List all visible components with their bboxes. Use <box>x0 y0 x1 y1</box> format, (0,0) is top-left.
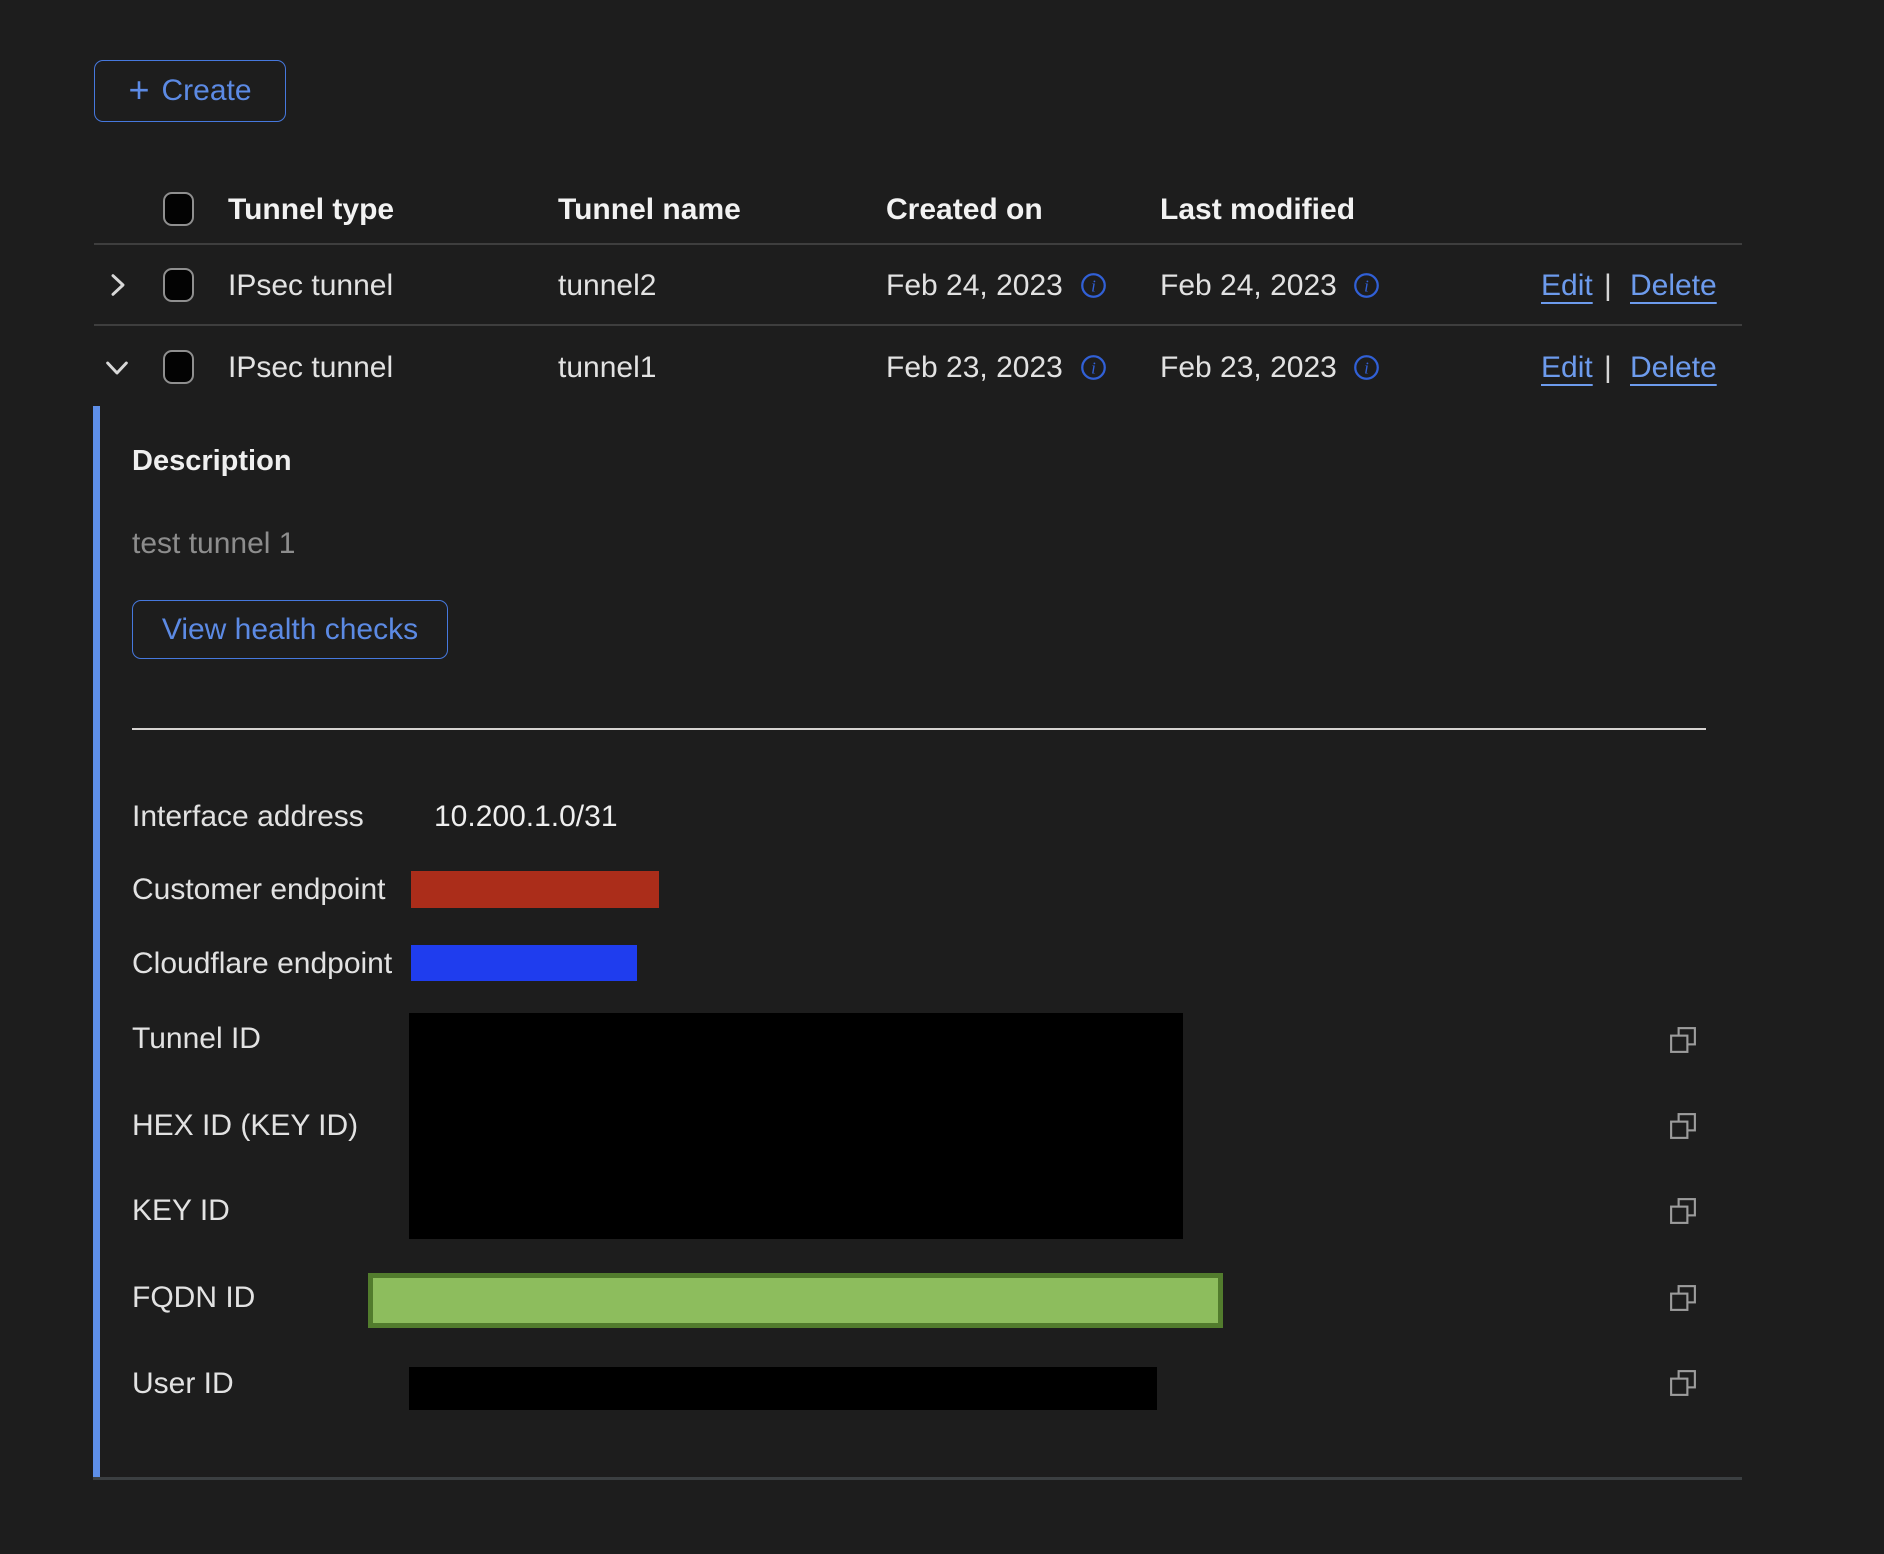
action-separator: | <box>1604 346 1612 390</box>
interface-address-value: 10.200.1.0/31 <box>434 795 618 839</box>
copy-fqdn-id-button[interactable] <box>1668 1283 1698 1313</box>
ipsec-tunnels-page: + Create Tunnel type Tunnel name Created… <box>0 0 1884 1554</box>
header-divider <box>94 243 1742 245</box>
copy-user-id-button[interactable] <box>1668 1368 1698 1398</box>
row-checkbox[interactable] <box>163 350 194 384</box>
svg-text:i: i <box>1364 277 1369 296</box>
key-id-label: KEY ID <box>132 1189 230 1233</box>
tunnel-name-cell: tunnel1 <box>558 346 656 390</box>
customer-endpoint-redacted-value <box>411 871 659 908</box>
create-button[interactable]: + Create <box>94 60 286 122</box>
tunnel-id-label: Tunnel ID <box>132 1017 261 1061</box>
row-checkbox[interactable] <box>163 268 194 302</box>
user-id-label: User ID <box>132 1362 234 1406</box>
detail-section-divider <box>132 728 1706 730</box>
info-icon[interactable]: i <box>1353 354 1380 386</box>
description-label: Description <box>132 439 292 483</box>
select-all-checkbox[interactable] <box>163 192 194 226</box>
expand-row-button[interactable] <box>101 269 133 301</box>
svg-text:i: i <box>1091 277 1096 296</box>
plus-icon: + <box>128 75 149 105</box>
svg-text:i: i <box>1364 359 1369 378</box>
column-header-last-modified: Last modified <box>1160 188 1355 232</box>
copy-icon <box>1668 1386 1698 1401</box>
edit-link[interactable]: Edit <box>1541 346 1593 390</box>
column-header-tunnel-type: Tunnel type <box>228 188 394 232</box>
delete-link[interactable]: Delete <box>1630 264 1717 308</box>
copy-icon <box>1668 1043 1698 1058</box>
copy-tunnel-id-button[interactable] <box>1668 1025 1698 1055</box>
fqdn-id-label: FQDN ID <box>132 1276 255 1320</box>
row-divider <box>94 324 1742 326</box>
copy-key-id-button[interactable] <box>1668 1196 1698 1226</box>
hex-id-label: HEX ID (KEY ID) <box>132 1104 358 1148</box>
tunnel-type-cell: IPsec tunnel <box>228 264 393 308</box>
copy-icon <box>1668 1301 1698 1316</box>
column-header-created-on: Created on <box>886 188 1043 232</box>
customer-endpoint-label: Customer endpoint <box>132 868 385 912</box>
copy-icon <box>1668 1214 1698 1229</box>
view-health-checks-button[interactable]: View health checks <box>132 600 448 659</box>
created-on-cell: Feb 23, 2023 <box>886 346 1063 390</box>
chevron-right-icon <box>101 289 133 304</box>
tunnel-ids-redacted-values <box>409 1013 1183 1239</box>
chevron-down-icon <box>101 371 133 386</box>
collapse-row-button[interactable] <box>101 351 133 383</box>
interface-address-label: Interface address <box>132 795 364 839</box>
action-separator: | <box>1604 264 1612 308</box>
last-modified-cell: Feb 23, 2023 <box>1160 346 1337 390</box>
create-button-label: Create <box>161 74 251 108</box>
info-icon[interactable]: i <box>1080 272 1107 304</box>
description-value: test tunnel 1 <box>132 522 295 566</box>
expanded-row-accent-bar <box>93 406 100 1478</box>
copy-icon <box>1668 1129 1698 1144</box>
cloudflare-endpoint-label: Cloudflare endpoint <box>132 942 392 986</box>
edit-link[interactable]: Edit <box>1541 264 1593 308</box>
panel-bottom-divider <box>93 1477 1742 1480</box>
fqdn-id-redacted-value <box>368 1273 1223 1328</box>
column-header-tunnel-name: Tunnel name <box>558 188 741 232</box>
tunnel-name-cell: tunnel2 <box>558 264 656 308</box>
svg-text:i: i <box>1091 359 1096 378</box>
info-icon[interactable]: i <box>1080 354 1107 386</box>
delete-link[interactable]: Delete <box>1630 346 1717 390</box>
user-id-redacted-value <box>409 1367 1157 1410</box>
copy-hex-id-button[interactable] <box>1668 1111 1698 1141</box>
cloudflare-endpoint-redacted-value <box>411 945 637 981</box>
created-on-cell: Feb 24, 2023 <box>886 264 1063 308</box>
info-icon[interactable]: i <box>1353 272 1380 304</box>
tunnel-type-cell: IPsec tunnel <box>228 346 393 390</box>
last-modified-cell: Feb 24, 2023 <box>1160 264 1337 308</box>
